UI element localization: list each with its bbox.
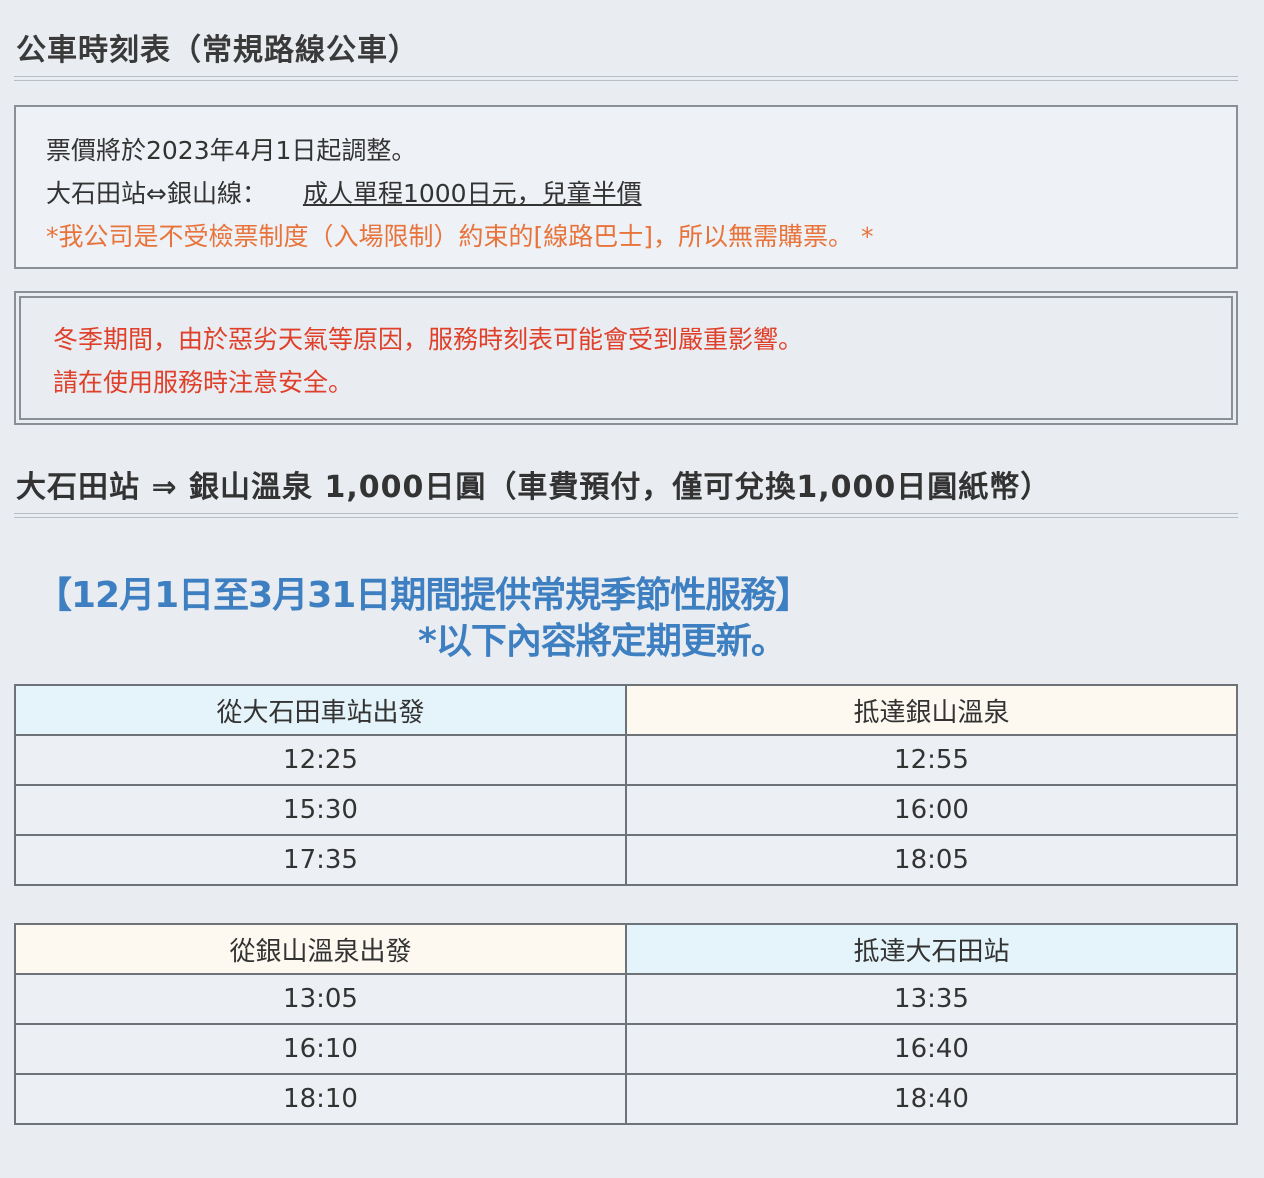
arrive-time: 16:40 <box>625 1023 1238 1075</box>
depart-time: 16:10 <box>14 1023 627 1075</box>
arrive-time: 12:55 <box>625 734 1238 786</box>
depart-time: 17:35 <box>14 834 627 886</box>
winter-warning-inner: 冬季期間，由於惡劣天氣等原因，服務時刻表可能會受到嚴重影響。 請在使用服務時注意… <box>19 296 1233 420</box>
arrive-time: 18:05 <box>625 834 1238 886</box>
depart-time: 15:30 <box>14 784 627 836</box>
depart-time: 13:05 <box>14 973 627 1025</box>
warning-line-2: 請在使用服務時注意安全。 <box>53 368 354 397</box>
table-header-row: 從大石田車站出發 抵達銀山溫泉 <box>14 684 1238 736</box>
route-divider <box>14 513 1238 518</box>
season-period: 【12月1日至3月31日期間提供常規季節性服務】 <box>36 575 811 616</box>
ticket-note: *我公司是不受檢票制度（入場限制）約束的[線路巴士]，所以無需購票。 * <box>46 222 874 251</box>
warning-line-1: 冬季期間，由於惡劣天氣等原因，服務時刻表可能會受到嚴重影響。 <box>53 325 804 354</box>
table-row: 16:10 16:40 <box>14 1023 1238 1075</box>
fare-notice-box: 票價將於2023年4月1日起調整。 大石田站⇔銀山線： 成人單程1000日元，兒童… <box>14 105 1238 269</box>
page-title: 公車時刻表（常規路線公車） <box>16 33 419 68</box>
route-heading: 大石田站 ⇒ 銀山溫泉 1,000日圓（車費預付，僅可兌換1,000日圓紙幣） <box>16 470 1052 505</box>
table-row: 12:25 12:55 <box>14 734 1238 786</box>
fare-text: 成人單程1000日元，兒童半價 <box>302 179 642 208</box>
timetable-return: 從銀山溫泉出發 抵達大石田站 13:05 13:35 16:10 16:40 1… <box>14 923 1238 1125</box>
depart-time: 12:25 <box>14 734 627 786</box>
arrive-time: 13:35 <box>625 973 1238 1025</box>
fare-change-notice: 票價將於2023年4月1日起調整。 <box>46 136 417 165</box>
timetable-outbound: 從大石田車站出發 抵達銀山溫泉 12:25 12:55 15:30 16:00 … <box>14 684 1238 886</box>
column-header-depart: 從銀山溫泉出發 <box>14 923 627 975</box>
depart-time: 18:10 <box>14 1073 627 1125</box>
column-header-arrive: 抵達大石田站 <box>625 923 1238 975</box>
arrive-time: 16:00 <box>625 784 1238 836</box>
column-header-arrive: 抵達銀山溫泉 <box>625 684 1238 736</box>
table-row: 13:05 13:35 <box>14 973 1238 1025</box>
page: 公車時刻表（常規路線公車） 票價將於2023年4月1日起調整。 大石田站⇔銀山線… <box>14 0 1238 1125</box>
table-header-row: 從銀山溫泉出發 抵達大石田站 <box>14 923 1238 975</box>
column-header-depart: 從大石田車站出發 <box>14 684 627 736</box>
table-row: 18:10 18:40 <box>14 1073 1238 1125</box>
winter-warning-box: 冬季期間，由於惡劣天氣等原因，服務時刻表可能會受到嚴重影響。 請在使用服務時注意… <box>14 291 1238 425</box>
route-label: 大石田站⇔銀山線： <box>46 179 267 208</box>
fare-line: 大石田站⇔銀山線： 成人單程1000日元，兒童半價 <box>46 172 1236 215</box>
update-note: *以下內容將定期更新。 <box>418 621 787 662</box>
table-row: 17:35 18:05 <box>14 834 1238 886</box>
table-row: 15:30 16:00 <box>14 784 1238 836</box>
arrive-time: 18:40 <box>625 1073 1238 1125</box>
title-divider <box>14 76 1238 81</box>
